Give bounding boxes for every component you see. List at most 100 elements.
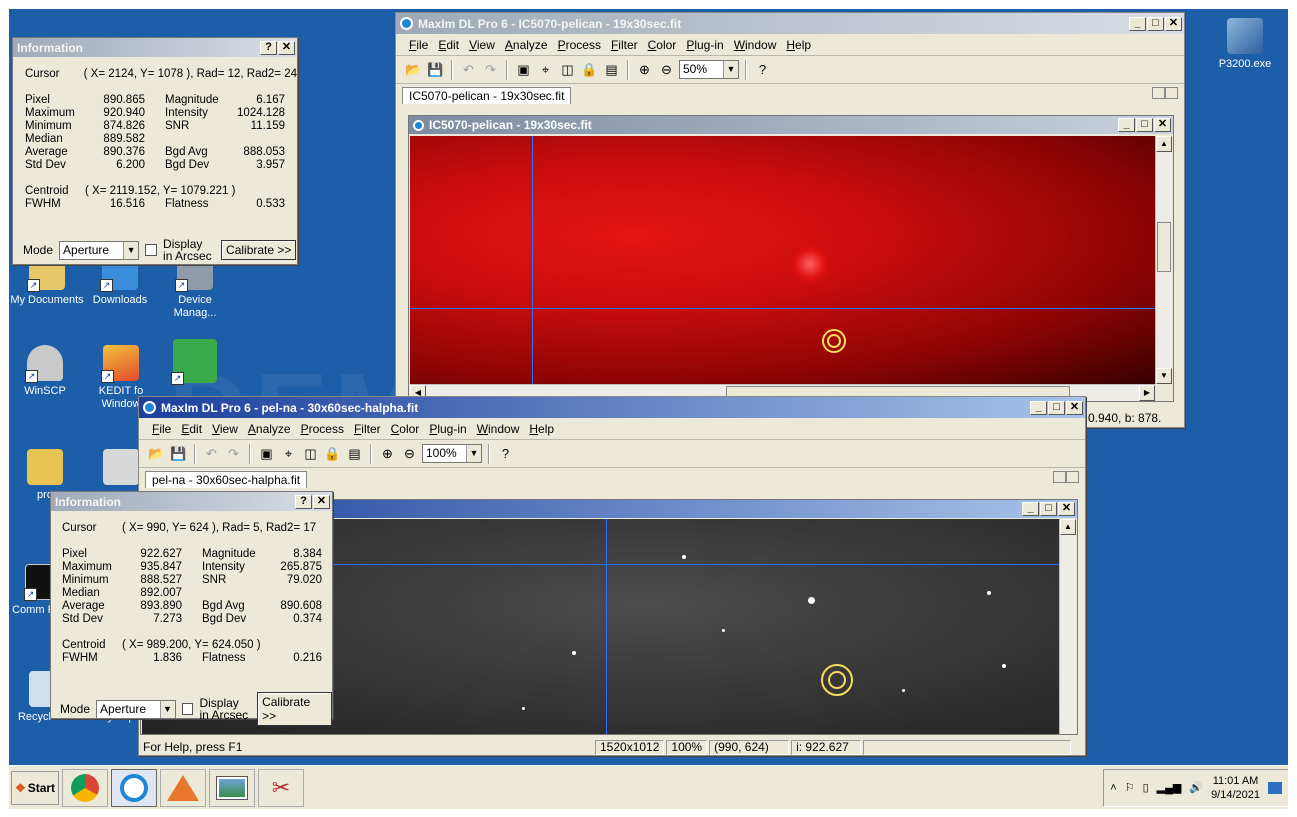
undo-icon[interactable]: ↶ bbox=[459, 60, 478, 79]
show-desktop-icon[interactable] bbox=[1268, 781, 1282, 794]
volume-icon[interactable]: 🔊 bbox=[1189, 781, 1203, 794]
vertical-scrollbar[interactable]: ▲ bbox=[1059, 519, 1076, 734]
menu-file[interactable]: File bbox=[404, 38, 433, 52]
taskbar-tools[interactable]: ✂ bbox=[258, 768, 304, 807]
doc-close-button[interactable]: ✕ bbox=[1154, 118, 1171, 132]
calibrate-button[interactable]: Calibrate >> bbox=[221, 240, 297, 260]
open-icon[interactable]: 📂 bbox=[147, 444, 166, 463]
window-titlebar[interactable]: MaxIm DL Pro 6 - IC5070-pelican - 19x30s… bbox=[396, 13, 1184, 34]
crosshair-icon[interactable]: ⌖ bbox=[279, 444, 298, 463]
information-panel-1[interactable]: Information ? ✕ Cursor( X= 2124, Y= 1078 … bbox=[12, 37, 298, 265]
window-titlebar[interactable]: MaxIm DL Pro 6 - pel-na - 30x60sec-halph… bbox=[139, 397, 1085, 418]
menu-filter[interactable]: Filter bbox=[349, 422, 386, 436]
zoom-in-icon[interactable]: ⊕ bbox=[635, 60, 654, 79]
minimize-button[interactable]: _ bbox=[1129, 16, 1146, 31]
undo-icon[interactable]: ↶ bbox=[202, 444, 221, 463]
save-icon[interactable]: 💾 bbox=[426, 60, 445, 79]
save-icon[interactable]: 💾 bbox=[169, 444, 188, 463]
crosshair-icon[interactable]: ⌖ bbox=[536, 60, 555, 79]
maxim-window-ic5070[interactable]: MaxIm DL Pro 6 - IC5070-pelican - 19x30s… bbox=[395, 12, 1185, 428]
maximize-button[interactable]: □ bbox=[1048, 400, 1065, 415]
display-arcsec-checkbox[interactable] bbox=[181, 703, 194, 715]
menu-help[interactable]: Help bbox=[781, 38, 816, 52]
redo-icon[interactable]: ↷ bbox=[224, 444, 243, 463]
menu-analyze[interactable]: Analyze bbox=[243, 422, 296, 436]
doc-maximize-button[interactable]: □ bbox=[1040, 502, 1057, 516]
desktop-icon-p3200[interactable]: P3200.exe bbox=[1207, 18, 1283, 71]
vertical-scrollbar[interactable]: ▲ ▼ bbox=[1155, 136, 1172, 384]
info-window-icon[interactable]: ◫ bbox=[558, 60, 577, 79]
doc-tab[interactable]: IC5070-pelican - 19x30sec.fit bbox=[402, 87, 572, 104]
properties-icon[interactable]: ▤ bbox=[345, 444, 364, 463]
doc-close-button[interactable]: ✕ bbox=[1058, 502, 1075, 516]
calibrate-button[interactable]: Calibrate >> bbox=[257, 692, 333, 726]
desktop-icon-winscp[interactable]: ↗ WinSCP bbox=[9, 345, 83, 398]
zoom-out-icon[interactable]: ⊖ bbox=[657, 60, 676, 79]
doc-minimize-button[interactable]: _ bbox=[1118, 118, 1135, 132]
taskbar-kedit[interactable] bbox=[160, 768, 206, 807]
context-help-icon[interactable]: ? bbox=[496, 444, 515, 463]
taskbar-maxim[interactable] bbox=[111, 768, 157, 807]
mode-select[interactable]: Aperture ▼ bbox=[96, 699, 176, 719]
desktop-icon-green-app[interactable]: ↗ bbox=[157, 339, 233, 387]
menu-view[interactable]: View bbox=[464, 38, 500, 52]
doc-maximize-button[interactable]: □ bbox=[1136, 118, 1153, 132]
start-button[interactable]: ❖ Start bbox=[11, 770, 59, 805]
help-button[interactable]: ? bbox=[295, 494, 312, 509]
display-arcsec-checkbox[interactable] bbox=[145, 244, 158, 256]
redo-icon[interactable]: ↷ bbox=[481, 60, 500, 79]
zoom-out-icon[interactable]: ⊖ bbox=[400, 444, 419, 463]
menu-view[interactable]: View bbox=[207, 422, 243, 436]
help-button[interactable]: ? bbox=[260, 40, 277, 55]
tray-expand-icon[interactable]: ˄ bbox=[1110, 782, 1116, 794]
close-button[interactable]: ✕ bbox=[1066, 400, 1083, 415]
menu-color[interactable]: Color bbox=[643, 38, 682, 52]
doc-titlebar[interactable]: IC5070-pelican - 19x30sec.fit _ □ ✕ bbox=[409, 116, 1173, 134]
menu-plugin[interactable]: Plug-in bbox=[681, 38, 728, 52]
mode-select[interactable]: Aperture ▼ bbox=[59, 240, 140, 260]
lock-icon[interactable]: 🔒 bbox=[580, 60, 599, 79]
image-document-window[interactable]: IC5070-pelican - 19x30sec.fit _ □ ✕ ▲ ▼ ◀ … bbox=[408, 115, 1174, 402]
menu-file[interactable]: File bbox=[147, 422, 176, 436]
screen-stretch-icon[interactable]: ▣ bbox=[514, 60, 533, 79]
clock[interactable]: 11:01 AM 9/14/2021 bbox=[1211, 774, 1260, 802]
network-icon[interactable]: ▂▄▆ bbox=[1157, 781, 1182, 794]
info-titlebar[interactable]: Information ? ✕ bbox=[51, 492, 332, 511]
lock-icon[interactable]: 🔒 bbox=[323, 444, 342, 463]
info-window-icon[interactable]: ◫ bbox=[301, 444, 320, 463]
info-titlebar[interactable]: Information ? ✕ bbox=[13, 38, 297, 57]
close-button[interactable]: ✕ bbox=[313, 494, 330, 509]
menu-plugin[interactable]: Plug-in bbox=[424, 422, 471, 436]
menu-window[interactable]: Window bbox=[729, 38, 782, 52]
menu-process[interactable]: Process bbox=[296, 422, 349, 436]
close-button[interactable]: ✕ bbox=[1165, 16, 1182, 31]
zoom-in-icon[interactable]: ⊕ bbox=[378, 444, 397, 463]
flag-icon[interactable]: ⚐ bbox=[1125, 781, 1135, 794]
menu-window[interactable]: Window bbox=[472, 422, 525, 436]
power-icon[interactable]: ▯ bbox=[1143, 781, 1149, 794]
information-panel-2[interactable]: Information ? ✕ Cursor( X= 990, Y= 624 ),… bbox=[50, 491, 333, 726]
menu-analyze[interactable]: Analyze bbox=[500, 38, 553, 52]
screen-stretch-icon[interactable]: ▣ bbox=[257, 444, 276, 463]
menu-color[interactable]: Color bbox=[386, 422, 425, 436]
menu-edit[interactable]: Edit bbox=[176, 422, 207, 436]
context-help-icon[interactable]: ? bbox=[753, 60, 772, 79]
doc-minimize-button[interactable]: _ bbox=[1022, 502, 1039, 516]
menu-help[interactable]: Help bbox=[524, 422, 559, 436]
zoom-select[interactable]: 50% ▼ bbox=[679, 60, 739, 79]
close-button[interactable]: ✕ bbox=[278, 40, 295, 55]
maximize-button[interactable]: □ bbox=[1147, 16, 1164, 31]
taskbar: ❖ Start ✂ ˄ ⚐ ▯ ▂▄▆ 🔊 11:01 AM 9/14/2021 bbox=[9, 765, 1288, 809]
taskbar-chrome[interactable] bbox=[62, 768, 108, 807]
doc-tab[interactable]: pel-na - 30x60sec-halpha.fit bbox=[145, 471, 308, 488]
minimize-button[interactable]: _ bbox=[1030, 400, 1047, 415]
zoom-select[interactable]: 100% ▼ bbox=[422, 444, 482, 463]
menu-process[interactable]: Process bbox=[553, 38, 606, 52]
scroll-thumb[interactable] bbox=[1157, 222, 1171, 272]
open-icon[interactable]: 📂 bbox=[404, 60, 423, 79]
red-astro-image[interactable] bbox=[410, 136, 1155, 384]
menu-edit[interactable]: Edit bbox=[433, 38, 464, 52]
taskbar-image-viewer[interactable] bbox=[209, 768, 255, 807]
menu-filter[interactable]: Filter bbox=[606, 38, 643, 52]
properties-icon[interactable]: ▤ bbox=[602, 60, 621, 79]
